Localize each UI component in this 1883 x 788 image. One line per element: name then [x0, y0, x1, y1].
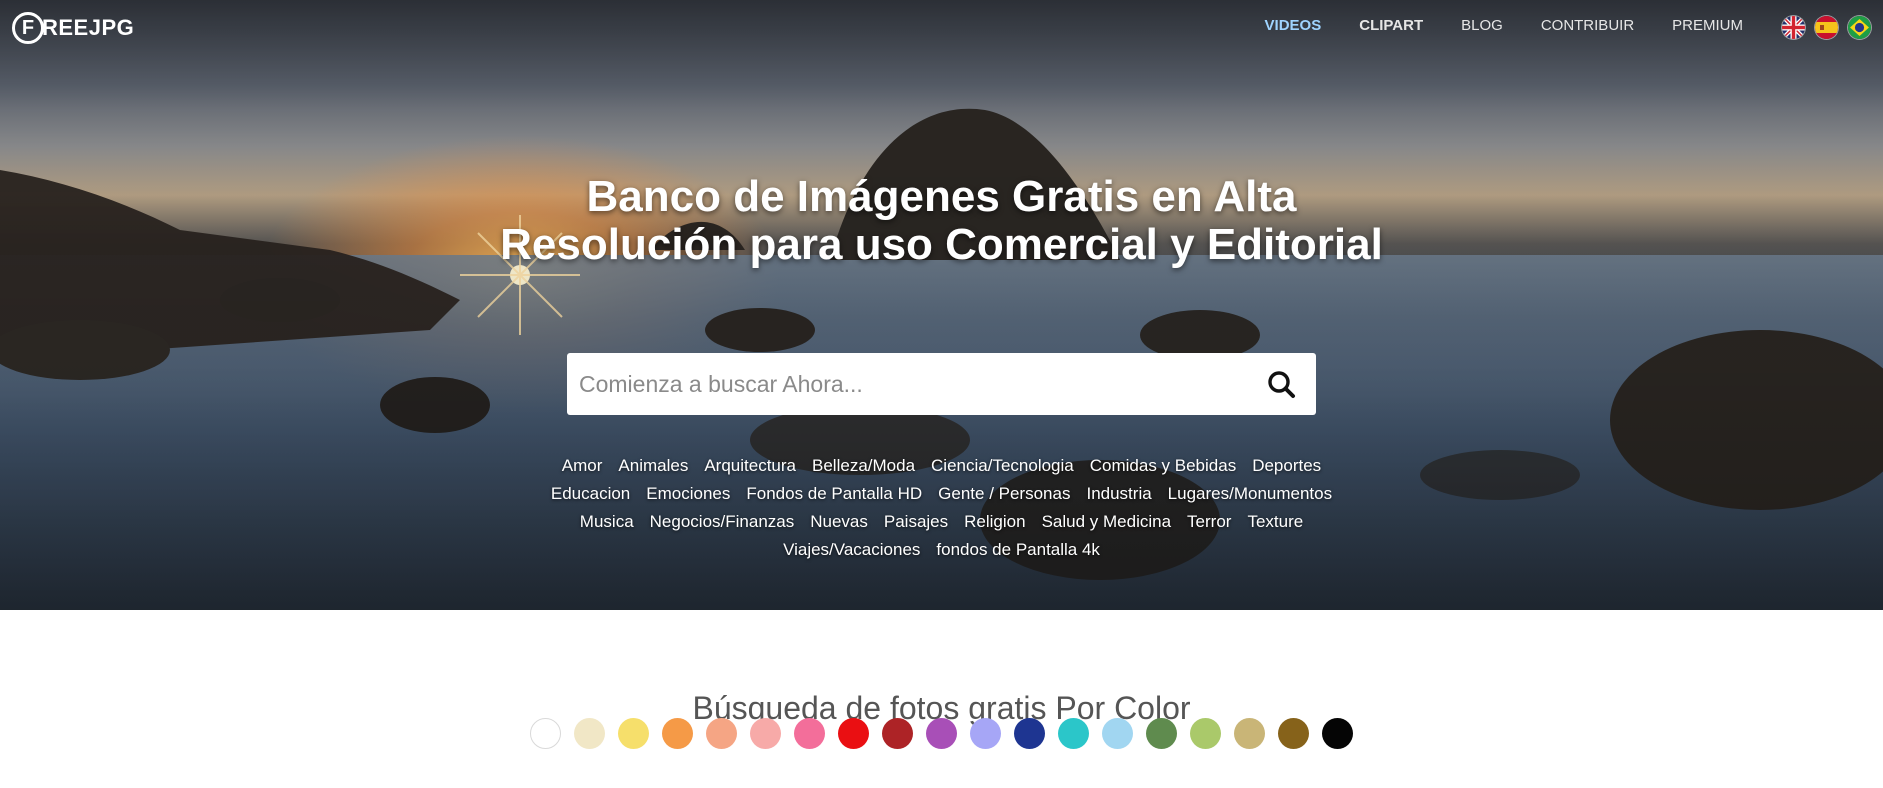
main-nav: VIDEOS CLIPART BLOG CONTRIBUIR PREMIUM: [1265, 17, 1743, 34]
color-swatch[interactable]: [1234, 718, 1265, 749]
category-link[interactable]: Texture: [1247, 511, 1303, 533]
category-link[interactable]: Educacion: [551, 483, 630, 505]
category-link[interactable]: Gente / Personas: [938, 483, 1070, 505]
search-bar: [567, 352, 1316, 416]
category-link[interactable]: Nuevas: [810, 511, 868, 533]
color-swatch[interactable]: [706, 718, 737, 749]
nav-link-videos[interactable]: VIDEOS: [1265, 17, 1322, 34]
color-swatch[interactable]: [838, 718, 869, 749]
color-swatch[interactable]: [530, 718, 561, 749]
category-link[interactable]: Negocios/Finanzas: [650, 511, 795, 533]
hero-title-line-2: Resolución para uso Comercial y Editoria…: [500, 220, 1383, 269]
search-input[interactable]: [567, 352, 1246, 416]
category-link[interactable]: Viajes/Vacaciones: [783, 539, 920, 561]
color-swatch[interactable]: [618, 718, 649, 749]
color-swatch[interactable]: [1278, 718, 1309, 749]
nav-link-premium[interactable]: PREMIUM: [1672, 17, 1743, 34]
color-swatch[interactable]: [1102, 718, 1133, 749]
top-navigation-bar: F REEJPG VIDEOS CLIPART BLOG CONTRIBUIR PREM…: [0, 0, 1883, 56]
category-link[interactable]: Religion: [964, 511, 1025, 533]
logo-text: REEJPG: [42, 15, 135, 40]
color-swatch[interactable]: [970, 718, 1001, 749]
logo-mark: F: [12, 12, 44, 44]
category-link[interactable]: Comidas y Bebidas: [1090, 455, 1236, 477]
category-link[interactable]: Paisajes: [884, 511, 948, 533]
category-link[interactable]: Fondos de Pantalla HD: [746, 483, 922, 505]
category-link[interactable]: Lugares/Monumentos: [1168, 483, 1332, 505]
color-swatch[interactable]: [1146, 718, 1177, 749]
search-icon: [1268, 371, 1295, 398]
language-switcher: [1782, 16, 1871, 39]
spain-flag-icon[interactable]: [1815, 16, 1838, 39]
category-link[interactable]: Emociones: [646, 483, 730, 505]
category-link[interactable]: Industria: [1086, 483, 1151, 505]
color-swatch[interactable]: [1014, 718, 1045, 749]
color-swatch[interactable]: [1058, 718, 1089, 749]
freejpg-logo[interactable]: F REEJPG: [12, 10, 134, 46]
color-swatch[interactable]: [926, 718, 957, 749]
hero-title-line-1: Banco de Imágenes Gratis en Alta: [586, 172, 1297, 221]
color-swatch[interactable]: [1190, 718, 1221, 749]
nav-link-blog[interactable]: BLOG: [1461, 17, 1503, 34]
category-link[interactable]: Terror: [1187, 511, 1231, 533]
category-link[interactable]: Ciencia/Tecnologia: [931, 455, 1074, 477]
color-swatch[interactable]: [1322, 718, 1353, 749]
search-button[interactable]: [1246, 353, 1316, 415]
category-link[interactable]: Deportes: [1252, 455, 1321, 477]
nav-link-clipart[interactable]: CLIPART: [1359, 17, 1423, 34]
brazil-flag-icon[interactable]: [1848, 16, 1871, 39]
color-swatch[interactable]: [662, 718, 693, 749]
color-swatch[interactable]: [882, 718, 913, 749]
category-link[interactable]: Musica: [580, 511, 634, 533]
hero-title: Banco de Imágenes Gratis en Alta Resoluc…: [0, 173, 1883, 269]
uk-flag-icon[interactable]: [1782, 16, 1805, 39]
category-link[interactable]: Amor: [562, 455, 603, 477]
color-swatch[interactable]: [750, 718, 781, 749]
category-link[interactable]: Salud y Medicina: [1042, 511, 1171, 533]
hero-banner: F REEJPG VIDEOS CLIPART BLOG CONTRIBUIR PREM…: [0, 0, 1883, 610]
category-link[interactable]: fondos de Pantalla 4k: [936, 539, 1100, 561]
color-swatch[interactable]: [794, 718, 825, 749]
category-link[interactable]: Arquitectura: [704, 455, 796, 477]
category-links: Amor Animales Arquitectura Belleza/Moda Cien…: [531, 455, 1352, 561]
nav-link-contribuir[interactable]: CONTRIBUIR: [1541, 17, 1634, 34]
category-link[interactable]: Animales: [618, 455, 688, 477]
category-link[interactable]: Belleza/Moda: [812, 455, 915, 477]
color-swatch[interactable]: [574, 718, 605, 749]
color-swatches: [0, 718, 1883, 749]
